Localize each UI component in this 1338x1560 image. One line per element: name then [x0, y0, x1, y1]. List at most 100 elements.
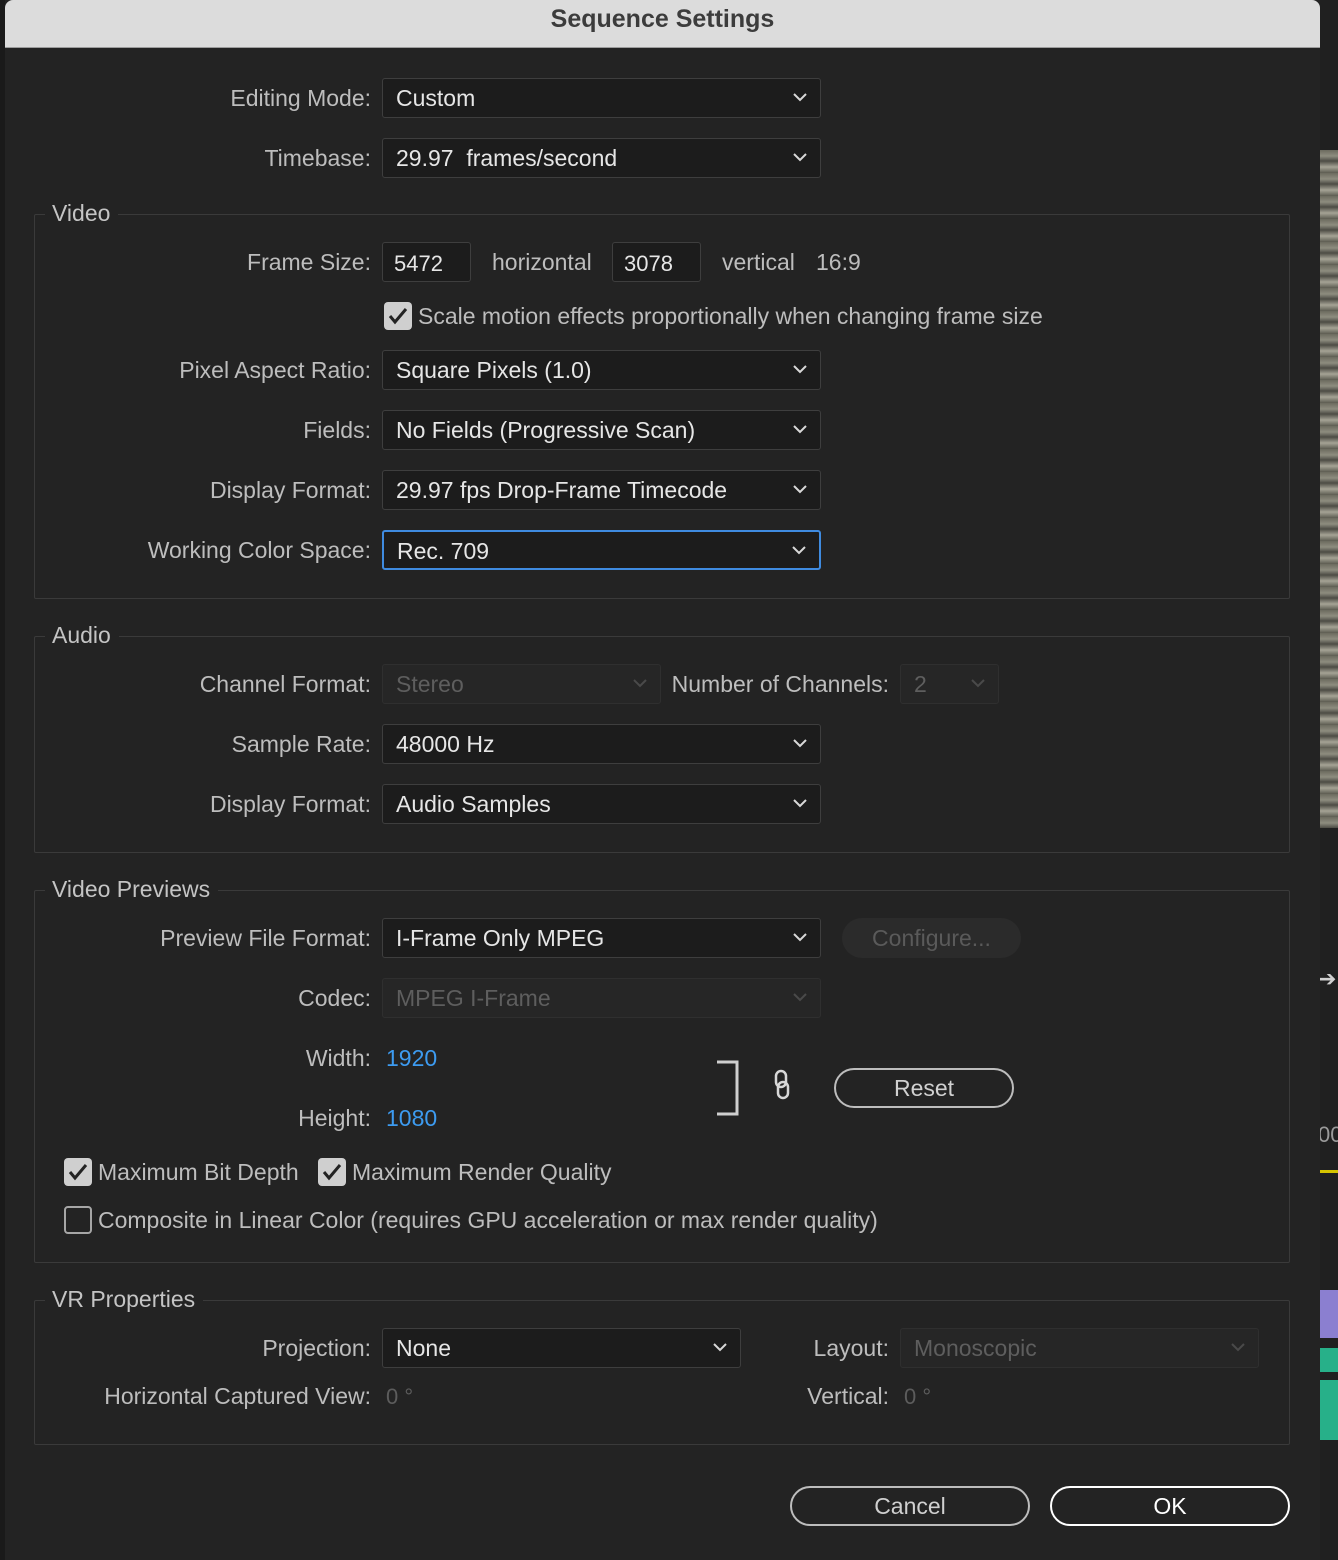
- chevron-down-icon: [793, 485, 807, 494]
- channel-format-select[interactable]: Stereo: [382, 664, 661, 704]
- scale-motion-label: Scale motion effects proportionally when…: [418, 303, 1043, 329]
- preview-file-format-label: Preview File Format:: [160, 925, 371, 951]
- color-space-value: Rec. 709: [397, 538, 490, 564]
- chevron-down-icon: [793, 153, 807, 162]
- editing-mode-label: Editing Mode:: [230, 85, 371, 111]
- timebase-label: Timebase:: [264, 145, 371, 171]
- frame-width-value: 5472: [394, 251, 443, 276]
- checkmark-icon: [68, 1164, 88, 1181]
- video-group-title: Video: [45, 200, 119, 227]
- sample-rate-label: Sample Rate:: [231, 731, 371, 757]
- projection-value: None: [396, 1335, 451, 1361]
- num-channels-label: Number of Channels:: [671, 671, 889, 697]
- channel-format-value: Stereo: [396, 671, 464, 697]
- chevron-down-icon: [793, 993, 807, 1002]
- fields-select[interactable]: No Fields (Progressive Scan): [382, 410, 821, 450]
- audio-display-format-label: Display Format:: [209, 791, 371, 817]
- background-clip-green: [1320, 1348, 1338, 1372]
- background-clip-green-2: [1320, 1380, 1338, 1440]
- audio-display-format-select[interactable]: Audio Samples: [382, 784, 821, 824]
- chevron-down-icon: [793, 93, 807, 102]
- layout-label: Layout:: [813, 1335, 889, 1361]
- sample-rate-value: 48000 Hz: [396, 731, 495, 757]
- horizontal-view-value: 0 °: [386, 1384, 414, 1409]
- frame-size-label: Frame Size:: [247, 249, 371, 275]
- horizontal-label: horizontal: [492, 249, 592, 275]
- audio-group-title: Audio: [45, 622, 119, 649]
- max-render-quality-checkbox[interactable]: [318, 1158, 346, 1186]
- chevron-down-icon: [793, 365, 807, 374]
- timebase-select[interactable]: 29.97 frames/second: [382, 138, 821, 178]
- preview-width-label: Width:: [305, 1045, 371, 1071]
- chevron-down-icon: [793, 425, 807, 434]
- preview-file-format-value: I-Frame Only MPEG: [396, 925, 605, 951]
- vr-properties-group: [34, 1300, 1290, 1445]
- layout-select[interactable]: Monoscopic: [900, 1328, 1259, 1368]
- pixel-aspect-select[interactable]: Square Pixels (1.0): [382, 350, 821, 390]
- frame-height-input[interactable]: 3078: [612, 242, 701, 282]
- max-bit-depth-label: Maximum Bit Depth: [98, 1159, 299, 1185]
- frame-height-value: 3078: [624, 251, 673, 276]
- fields-label: Fields:: [303, 417, 371, 443]
- max-render-quality-label: Maximum Render Quality: [352, 1159, 612, 1185]
- projection-select[interactable]: None: [382, 1328, 741, 1368]
- color-space-label: Working Color Space:: [147, 537, 371, 563]
- background-timecode: 00: [1318, 1122, 1338, 1147]
- preview-height-value[interactable]: 1080: [386, 1105, 437, 1132]
- preview-height-label: Height:: [298, 1105, 371, 1131]
- timebase-value: 29.97 frames/second: [396, 145, 618, 171]
- num-channels-value: 2: [914, 671, 927, 697]
- title-bar[interactable]: Sequence Settings: [5, 0, 1320, 48]
- checkmark-icon: [388, 308, 408, 325]
- channel-format-label: Channel Format:: [199, 671, 371, 697]
- background-arrow-icon: ➔: [1318, 966, 1337, 991]
- dialog-title: Sequence Settings: [550, 5, 775, 33]
- sample-rate-select[interactable]: 48000 Hz: [382, 724, 821, 764]
- vr-properties-group-title: VR Properties: [45, 1286, 204, 1313]
- sequence-settings-dialog: Sequence Settings Editing Mode: Custom T…: [5, 0, 1320, 1560]
- max-bit-depth-checkbox[interactable]: [64, 1158, 92, 1186]
- frame-width-input[interactable]: 5472: [382, 242, 471, 282]
- video-display-format-select[interactable]: 29.97 fps Drop-Frame Timecode: [382, 470, 821, 510]
- vertical-view-label: Vertical:: [807, 1383, 889, 1409]
- chevron-down-icon: [793, 739, 807, 748]
- video-display-format-label: Display Format:: [209, 477, 371, 503]
- color-space-select[interactable]: Rec. 709: [382, 530, 821, 570]
- chevron-down-icon: [713, 1343, 727, 1352]
- link-chain-icon[interactable]: [771, 1068, 793, 1102]
- layout-value: Monoscopic: [914, 1335, 1037, 1361]
- scale-motion-checkbox[interactable]: [384, 302, 412, 330]
- linear-color-label: Composite in Linear Color (requires GPU …: [98, 1207, 878, 1233]
- vertical-label: vertical: [722, 249, 795, 275]
- preview-file-format-select[interactable]: I-Frame Only MPEG: [382, 918, 821, 958]
- chevron-down-icon: [793, 933, 807, 942]
- background-video-thumbnail: [1320, 150, 1338, 828]
- audio-display-format-value: Audio Samples: [396, 791, 551, 817]
- reset-button[interactable]: Reset: [834, 1068, 1014, 1108]
- configure-button[interactable]: Configure...: [842, 918, 1021, 958]
- video-display-format-value: 29.97 fps Drop-Frame Timecode: [396, 477, 728, 503]
- horizontal-view-label: Horizontal Captured View:: [104, 1383, 371, 1409]
- preview-width-value[interactable]: 1920: [386, 1045, 437, 1072]
- background-playhead-line: [1320, 1170, 1338, 1173]
- linear-color-checkbox[interactable]: [64, 1206, 92, 1234]
- codec-label: Codec:: [298, 985, 371, 1011]
- chevron-down-icon: [971, 679, 985, 688]
- codec-value: MPEG I-Frame: [396, 985, 551, 1011]
- projection-label: Projection:: [262, 1335, 371, 1361]
- ok-button[interactable]: OK: [1050, 1486, 1290, 1526]
- checkmark-icon: [322, 1164, 342, 1181]
- background-clip-purple: [1320, 1290, 1338, 1338]
- num-channels-select[interactable]: 2: [900, 664, 999, 704]
- link-bracket-icon: [717, 1060, 739, 1116]
- chevron-down-icon: [793, 799, 807, 808]
- pixel-aspect-value: Square Pixels (1.0): [396, 357, 592, 383]
- pixel-aspect-label: Pixel Aspect Ratio:: [179, 357, 371, 383]
- editing-mode-select[interactable]: Custom: [382, 78, 821, 118]
- codec-select[interactable]: MPEG I-Frame: [382, 978, 821, 1018]
- aspect-ratio-readout: 16:9: [816, 249, 861, 275]
- chevron-down-icon: [1231, 1343, 1245, 1352]
- video-previews-group-title: Video Previews: [45, 876, 219, 903]
- cancel-button[interactable]: Cancel: [790, 1486, 1030, 1526]
- editing-mode-value: Custom: [396, 85, 476, 111]
